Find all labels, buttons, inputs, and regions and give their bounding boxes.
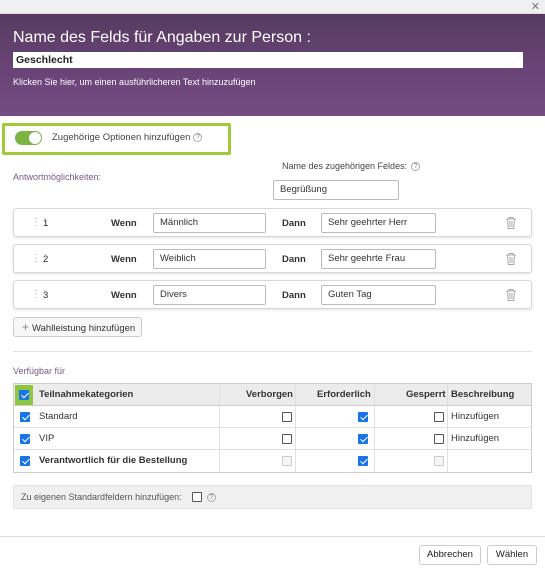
- dialog-title: Name des Felds für Angaben zur Person :: [13, 29, 311, 46]
- dialog-topbar: ✕: [0, 0, 545, 14]
- row-select-checkbox[interactable]: [20, 456, 30, 466]
- then-label: Dann: [282, 290, 306, 301]
- then-value-input[interactable]: Sehr geehrte Frau: [321, 249, 436, 269]
- locked-checkbox[interactable]: [434, 412, 444, 422]
- related-field-label: Name des zugehörigen Feldes:?: [282, 161, 421, 172]
- related-options-label: Zugehörige Optionen hinzufügen?: [52, 132, 203, 143]
- field-name-input[interactable]: Geschlecht: [13, 52, 523, 68]
- then-value-input[interactable]: Sehr geehrter Herr: [321, 213, 436, 233]
- category-name: Standard: [39, 411, 78, 422]
- required-checkbox[interactable]: [358, 434, 368, 444]
- choice-number: 3: [43, 290, 49, 301]
- table-header-row: Teilnahmekategorien Verborgen Erforderli…: [14, 384, 531, 406]
- then-label: Dann: [282, 218, 306, 229]
- add-choice-label: Wahlleistung hinzufügen: [32, 323, 136, 334]
- locked-checkbox: [434, 456, 444, 466]
- add-choice-button[interactable]: + Wahlleistung hinzufügen: [13, 317, 142, 337]
- help-icon[interactable]: ?: [411, 162, 421, 172]
- table-row: Verantwortlich für die Bestellung: [14, 450, 531, 472]
- category-name: VIP: [39, 433, 55, 444]
- dialog-header: Name des Felds für Angaben zur Person : …: [0, 14, 545, 116]
- then-value-input[interactable]: Guten Tag: [321, 285, 436, 305]
- hidden-checkbox[interactable]: [282, 434, 292, 444]
- if-label: Wenn: [111, 218, 137, 229]
- choice-row: ⋮⋮ 3 Wenn Divers Dann Guten Tag: [13, 280, 532, 309]
- col-category-header: Teilnahmekategorien: [39, 389, 134, 400]
- answers-label: Antwortmöglichkeiten:: [13, 172, 102, 182]
- locked-checkbox[interactable]: [434, 434, 444, 444]
- col-required-header: Erforderlich: [317, 389, 371, 400]
- if-value-input[interactable]: Divers: [153, 285, 266, 305]
- required-checkbox[interactable]: [358, 412, 368, 422]
- col-description-header: Beschreibung: [451, 389, 515, 400]
- description-hint[interactable]: Klicken Sie hier, um einen ausführlicher…: [13, 77, 255, 87]
- if-value-input[interactable]: Weiblich: [153, 249, 266, 269]
- select-all-checkbox[interactable]: [19, 390, 29, 400]
- categories-table: Teilnahmekategorien Verborgen Erforderli…: [13, 383, 532, 473]
- col-hidden-header: Verborgen: [246, 389, 293, 400]
- hidden-checkbox: [282, 456, 292, 466]
- trash-icon[interactable]: [505, 288, 517, 302]
- description-add-link[interactable]: Hinzufügen: [451, 406, 499, 428]
- standard-fields-checkbox[interactable]: [192, 492, 202, 502]
- divider: [13, 351, 532, 352]
- choice-number: 1: [43, 218, 49, 229]
- trash-icon[interactable]: [505, 252, 517, 266]
- toggle-knob: [29, 132, 41, 144]
- cancel-button[interactable]: Abbrechen: [419, 545, 481, 565]
- if-value-input[interactable]: Männlich: [153, 213, 266, 233]
- hidden-checkbox[interactable]: [282, 412, 292, 422]
- help-icon[interactable]: ?: [207, 493, 216, 502]
- help-icon[interactable]: ?: [193, 132, 203, 142]
- standard-fields-label: Zu eigenen Standardfeldern hinzufügen:: [21, 492, 182, 502]
- related-field-input[interactable]: Begrüßung: [273, 180, 399, 200]
- select-button[interactable]: Wählen: [487, 545, 537, 565]
- col-locked-header: Gesperrt: [406, 389, 446, 400]
- table-row: Standard Hinzufügen: [14, 406, 531, 428]
- plus-icon: +: [22, 320, 30, 334]
- required-checkbox[interactable]: [358, 456, 368, 466]
- choice-number: 2: [43, 254, 49, 265]
- description-add-link[interactable]: Hinzufügen: [451, 428, 499, 450]
- available-for-label: Verfügbar für: [13, 366, 66, 376]
- related-options-toggle[interactable]: [15, 131, 42, 145]
- row-select-checkbox[interactable]: [20, 412, 30, 422]
- then-label: Dann: [282, 254, 306, 265]
- table-row: VIP Hinzufügen: [14, 428, 531, 450]
- trash-icon[interactable]: [505, 216, 517, 230]
- dialog: ✕ Name des Felds für Angaben zur Person …: [0, 0, 545, 570]
- standard-fields-box: Zu eigenen Standardfeldern hinzufügen: ?: [13, 485, 532, 509]
- if-label: Wenn: [111, 290, 137, 301]
- if-label: Wenn: [111, 254, 137, 265]
- related-options-box: Zugehörige Optionen hinzufügen?: [2, 123, 231, 155]
- choice-row: ⋮⋮ 1 Wenn Männlich Dann Sehr geehrter He…: [13, 208, 532, 237]
- category-name: Verantwortlich für die Bestellung: [39, 455, 188, 466]
- close-icon[interactable]: ✕: [531, 0, 540, 14]
- dialog-footer: Abbrechen Wählen: [0, 536, 545, 570]
- choice-row: ⋮⋮ 2 Wenn Weiblich Dann Sehr geehrte Fra…: [13, 244, 532, 273]
- row-select-checkbox[interactable]: [20, 434, 30, 444]
